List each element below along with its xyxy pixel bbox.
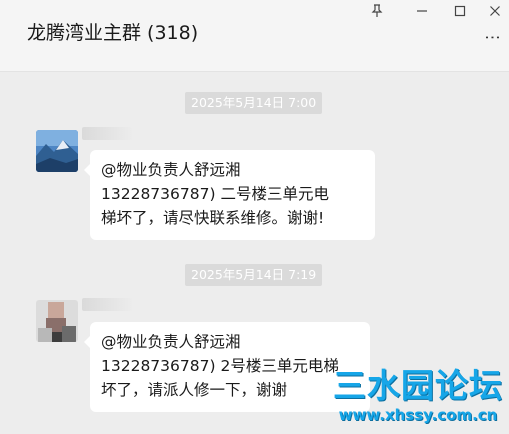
message-text-line: 坏了，请派人修一下，谢谢 bbox=[101, 381, 288, 399]
message-text-line: 梯坏了，请尽快联系维修。谢谢! bbox=[101, 209, 325, 227]
minimize-icon[interactable] bbox=[408, 0, 436, 22]
close-icon[interactable] bbox=[481, 0, 509, 22]
site-watermark: 三水园论坛 www.xhssy.com.cn bbox=[333, 366, 503, 428]
sender-name-blurred bbox=[82, 298, 132, 311]
message-text-line: 13228736787) 2号楼三单元电梯 bbox=[101, 357, 339, 375]
chat-title: 龙腾湾业主群 (318) bbox=[27, 22, 199, 44]
message-timestamp: 2025年5月14日 7:19 bbox=[185, 264, 323, 286]
pin-icon[interactable] bbox=[363, 0, 391, 22]
message-text-line: @物业负责人舒远湘 bbox=[101, 161, 241, 179]
message-timestamp: 2025年5月14日 7:00 bbox=[185, 92, 323, 114]
avatar[interactable] bbox=[36, 300, 78, 342]
message-text-line: 13228736787) 二号楼三单元电 bbox=[101, 185, 329, 203]
maximize-icon[interactable] bbox=[446, 0, 474, 22]
sender-name-blurred bbox=[82, 127, 132, 140]
message-text-line: @物业负责人舒远湘 bbox=[101, 333, 241, 351]
more-options-icon[interactable]: ⋮ bbox=[484, 30, 503, 47]
watermark-name: 三水园论坛 bbox=[333, 366, 503, 405]
avatar[interactable] bbox=[36, 130, 78, 172]
message-bubble[interactable]: @物业负责人舒远湘 13228736787) 2号楼三单元电梯 坏了，请派人修一… bbox=[84, 322, 370, 412]
message-bubble[interactable]: @物业负责人舒远湘 13228736787) 二号楼三单元电 梯坏了，请尽快联系… bbox=[84, 150, 375, 240]
watermark-url: www.xhssy.com.cn bbox=[338, 406, 498, 424]
chat-header: 龙腾湾业主群 (318) ⋮ bbox=[0, 0, 509, 72]
